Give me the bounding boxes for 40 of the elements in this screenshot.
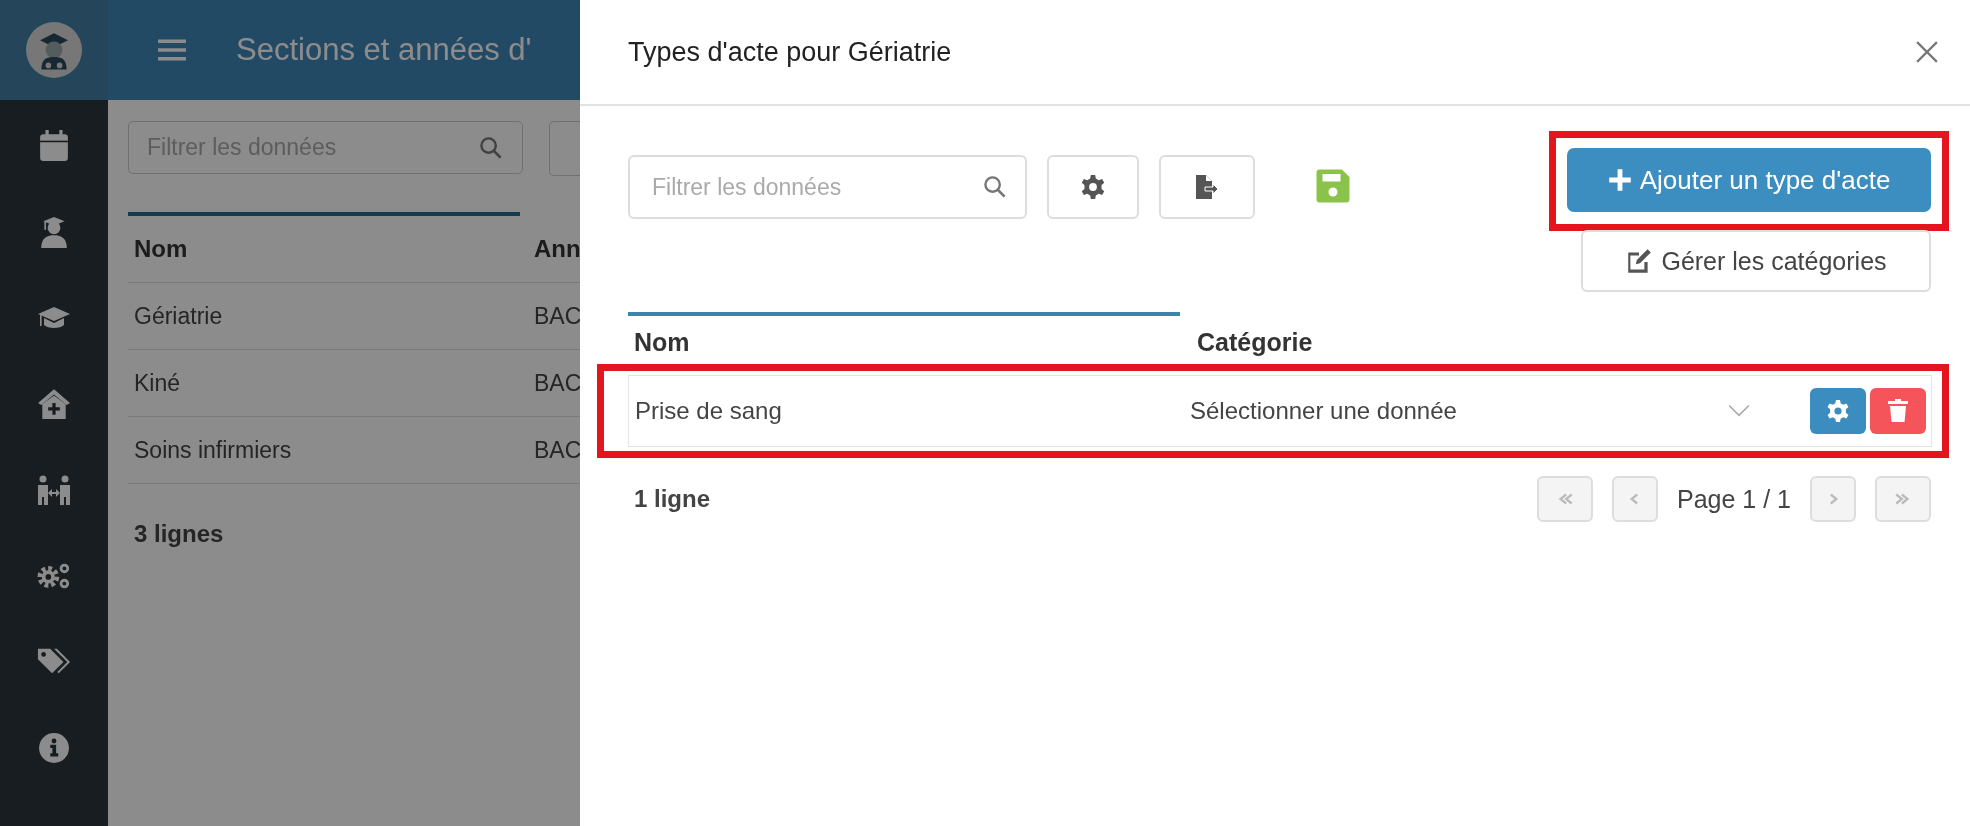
column-header: Catégorie xyxy=(1196,328,1314,358)
table-cell-text: Soins infirmiers xyxy=(134,436,293,464)
calendar-icon[interactable] xyxy=(37,130,71,162)
settings-icon xyxy=(1826,399,1850,423)
plus-icon xyxy=(1607,168,1632,192)
close-icon[interactable] xyxy=(1916,41,1938,63)
settings-icon xyxy=(1080,174,1106,200)
info-icon[interactable] xyxy=(37,732,71,764)
menu-icon[interactable] xyxy=(158,38,186,62)
column-header: Ann xyxy=(534,235,582,263)
edit-icon xyxy=(1625,247,1654,275)
delete-button[interactable] xyxy=(1870,388,1926,434)
manage-categories-button[interactable]: Gérer les catégories xyxy=(1581,230,1931,292)
table-cell-text: BAC xyxy=(534,302,583,330)
search-field[interactable]: Filtrer les données xyxy=(628,155,1027,219)
search-icon xyxy=(983,175,1007,199)
table-cell-text: Gériatrie xyxy=(134,302,224,330)
search-icon xyxy=(479,135,503,160)
row-count: 1 ligne xyxy=(634,485,711,513)
panel-title: Types d'acte pour Gériatrie xyxy=(628,36,952,68)
trash-icon xyxy=(1886,399,1910,423)
category-select[interactable]: Sélectionner une donnée xyxy=(1190,397,1810,425)
file-export-icon xyxy=(1194,174,1220,200)
add-button[interactable]: Ajouter un type d'acte xyxy=(1567,148,1931,212)
people-arrows-icon[interactable] xyxy=(37,474,71,506)
page-indicator: Page 1 / 1 xyxy=(1677,484,1791,514)
column-header: Nom xyxy=(134,235,189,263)
table-cell-text: BAC xyxy=(534,369,583,397)
export-button[interactable] xyxy=(1159,155,1255,219)
column-header: Nom xyxy=(628,312,1180,363)
table-cell-text: BAC xyxy=(534,436,583,464)
settings-button[interactable] xyxy=(1047,155,1139,219)
row-count: 3 lignes xyxy=(133,520,225,548)
table-cell-text: Prise de sang xyxy=(635,397,783,425)
chevron-down-icon xyxy=(1728,404,1750,418)
table-cell-text: Kiné xyxy=(134,369,182,397)
logo-icon[interactable] xyxy=(26,22,82,78)
page-title: Sections et années d' xyxy=(236,32,532,68)
row-settings-button[interactable] xyxy=(1810,388,1866,434)
house-plus-icon[interactable] xyxy=(37,388,71,420)
